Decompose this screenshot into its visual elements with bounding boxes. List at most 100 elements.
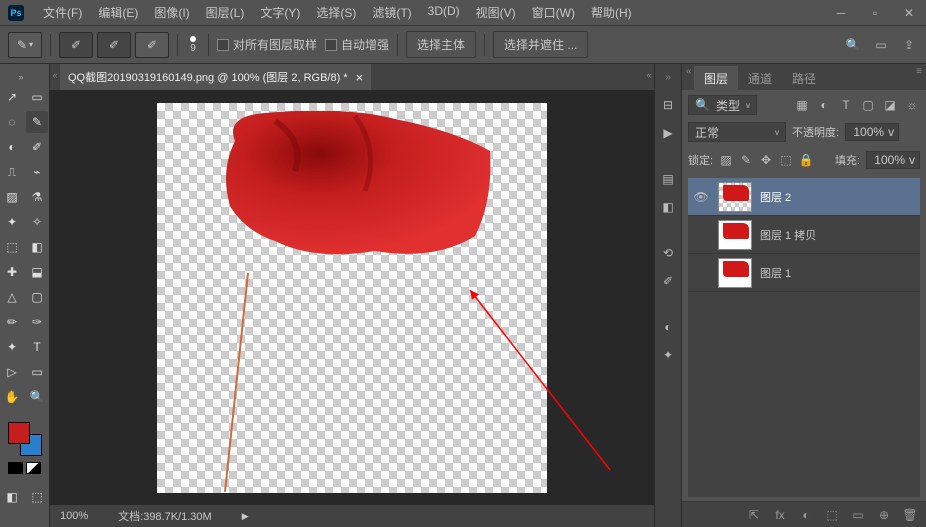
tool-icon[interactable]: ◧ [26, 236, 48, 258]
dock-icon[interactable]: ✐ [656, 269, 680, 293]
right-dock-collapse-icon[interactable]: « [642, 64, 656, 86]
footer-icon[interactable]: ⊕ [876, 507, 892, 523]
panel-menu-icon[interactable]: ≡ [916, 66, 922, 77]
fill-input[interactable]: 100% v [866, 151, 920, 169]
menu-item[interactable]: 图像(I) [147, 0, 196, 25]
footer-icon[interactable]: ▭ [850, 507, 866, 523]
visibility-toggle-icon[interactable]: 👁 [692, 188, 710, 206]
visibility-toggle-icon[interactable] [692, 226, 710, 244]
tool-icon[interactable]: ✑ [26, 311, 48, 333]
canvas[interactable] [157, 103, 547, 493]
tool-preset-icon[interactable]: ✎▾ [8, 32, 42, 58]
layer-name[interactable]: 图层 1 [760, 265, 791, 281]
dock-icon[interactable]: ✦ [656, 343, 680, 367]
layer-thumbnail[interactable] [718, 258, 752, 288]
doc-info[interactable]: 文档:398.7K/1.30M [118, 508, 212, 524]
layer-row[interactable]: 👁 图层 2 [688, 178, 920, 216]
filter-icon[interactable]: T [838, 97, 854, 113]
layer-row[interactable]: 图层 1 拷贝 [688, 216, 920, 254]
layer-thumbnail[interactable] [718, 220, 752, 250]
menu-item[interactable]: 选择(S) [309, 0, 363, 25]
intersect-selection-icon[interactable]: ✐ [135, 32, 169, 58]
share-icon[interactable]: ⇪ [900, 36, 918, 54]
dock-icon[interactable]: ◧ [656, 195, 680, 219]
close-tab-icon[interactable]: × [356, 70, 364, 85]
minimize-button[interactable]: ─ [824, 0, 858, 26]
blend-mode-select[interactable]: 正常 v [688, 122, 786, 142]
select-and-mask-button[interactable]: 选择并遮住 ... [493, 31, 588, 58]
tool-icon[interactable]: ⬓ [26, 261, 48, 283]
select-subject-button[interactable]: 选择主体 [406, 31, 476, 58]
layer-row[interactable]: 图层 1 [688, 254, 920, 292]
tool-icon[interactable]: ▢ [26, 286, 48, 308]
foreground-color-swatch[interactable] [8, 422, 30, 444]
menu-item[interactable]: 图层(L) [199, 0, 252, 25]
subtract-selection-icon[interactable]: ✐ [97, 32, 131, 58]
maximize-button[interactable]: ▫ [858, 0, 892, 26]
tool-icon[interactable]: ✦ [1, 336, 23, 358]
menu-item[interactable]: 3D(D) [421, 0, 467, 25]
tool-icon[interactable]: ⎍ [1, 161, 23, 183]
add-selection-icon[interactable]: ✐ [59, 32, 93, 58]
opacity-input[interactable]: 100% v [845, 123, 899, 141]
layer-name[interactable]: 图层 2 [760, 189, 791, 205]
dock-icon[interactable]: ▤ [656, 167, 680, 191]
lock-icon[interactable]: ✥ [759, 153, 773, 167]
tool-icon[interactable]: ✦ [1, 211, 23, 233]
tab-channels[interactable]: 通道 [738, 66, 782, 90]
tool-icon[interactable]: ✎ [26, 111, 48, 133]
brush-preview[interactable]: 9 [190, 36, 196, 54]
footer-icon[interactable]: ⇱ [746, 507, 762, 523]
footer-icon[interactable]: ◐ [798, 507, 814, 523]
dock-collapse-icon[interactable]: » [665, 72, 671, 83]
dock-icon[interactable]: ▶ [656, 121, 680, 145]
default-colors-icon[interactable] [8, 462, 23, 474]
windows-icon[interactable]: ▭ [872, 36, 890, 54]
tool-icon[interactable]: ✧ [26, 211, 48, 233]
tool-icon[interactable]: ⬚ [1, 236, 23, 258]
tool-icon[interactable]: ✋ [1, 386, 23, 408]
tool-icon[interactable]: ▭ [26, 361, 48, 383]
toolbox-collapse-icon[interactable]: » [19, 72, 31, 82]
layer-thumbnail[interactable] [718, 182, 752, 212]
tool-icon[interactable]: ✏ [1, 311, 23, 333]
lock-icon[interactable]: 🔒 [799, 153, 813, 167]
panel-collapse-icon[interactable]: « [686, 66, 692, 77]
menu-item[interactable]: 窗口(W) [525, 0, 582, 25]
footer-icon[interactable]: 🗑 [902, 507, 918, 523]
document-tab[interactable]: QQ截图20190319160149.png @ 100% (图层 2, RGB… [60, 64, 371, 90]
tool-icon[interactable]: △ [1, 286, 23, 308]
tool-icon[interactable]: ⚗ [26, 186, 48, 208]
filter-icon[interactable]: ◪ [882, 97, 898, 113]
filter-icon[interactable]: ▢ [860, 97, 876, 113]
dock-icon[interactable]: ⟲ [656, 241, 680, 265]
auto-enhance-checkbox[interactable]: 自动增强 [325, 36, 389, 53]
screen-mode-icon[interactable]: ⬚ [26, 486, 48, 508]
tab-layers[interactable]: 图层 [694, 66, 738, 90]
layer-filter-type[interactable]: 🔍 类型 v [688, 95, 757, 115]
tool-icon[interactable]: ◐ [1, 136, 23, 158]
tool-icon[interactable]: ✚ [1, 261, 23, 283]
layer-name[interactable]: 图层 1 拷贝 [760, 227, 816, 243]
dock-icon[interactable]: ⊟ [656, 93, 680, 117]
lock-icon[interactable]: ⬚ [779, 153, 793, 167]
menu-item[interactable]: 编辑(E) [91, 0, 145, 25]
tool-icon[interactable]: ✐ [26, 136, 48, 158]
menu-item[interactable]: 视图(V) [469, 0, 523, 25]
filter-icon[interactable]: ▦ [794, 97, 810, 113]
visibility-toggle-icon[interactable] [692, 264, 710, 282]
lock-icon[interactable]: ▨ [719, 153, 733, 167]
menu-item[interactable]: 文字(Y) [253, 0, 307, 25]
color-swatches[interactable] [8, 422, 42, 456]
tool-icon[interactable]: ▭ [26, 86, 48, 108]
footer-icon[interactable]: fx [772, 507, 788, 523]
lock-icon[interactable]: ✎ [739, 153, 753, 167]
search-icon[interactable]: 🔍 [844, 36, 862, 54]
menu-item[interactable]: 滤镜(T) [365, 0, 418, 25]
filter-icon[interactable]: ◐ [816, 97, 832, 113]
tool-icon[interactable]: 🔍 [26, 386, 48, 408]
dock-icon[interactable]: ◐ [656, 315, 680, 339]
swap-colors-icon[interactable] [26, 462, 41, 474]
tool-icon[interactable]: ▷ [1, 361, 23, 383]
menu-item[interactable]: 帮助(H) [584, 0, 639, 25]
